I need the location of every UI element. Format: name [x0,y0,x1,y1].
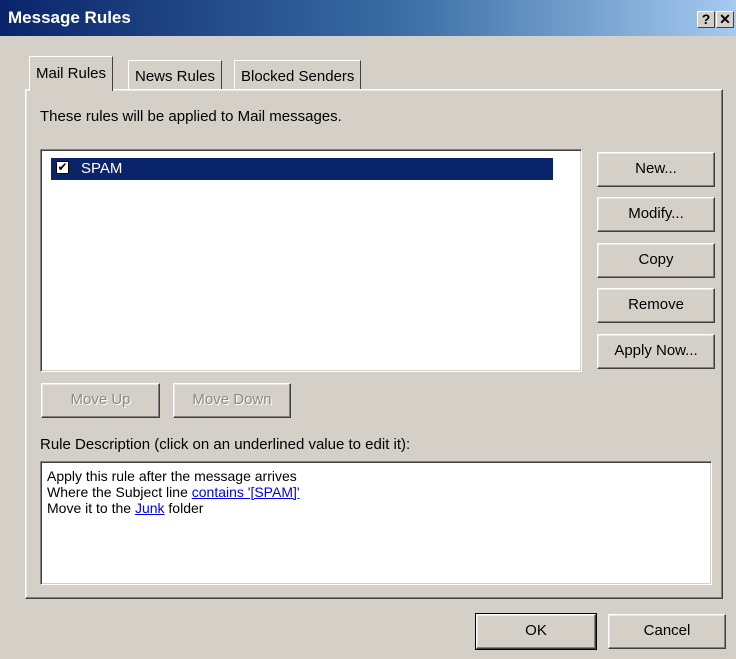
description-line-3: Move it to the Junk folder [47,500,711,516]
apply-now-button[interactable]: Apply Now... [597,334,715,369]
title-bar[interactable]: Message Rules ? ✕ [0,0,736,36]
copy-button[interactable]: Copy [597,243,715,278]
help-button[interactable]: ? [697,11,715,28]
junk-folder-link[interactable]: Junk [135,500,165,516]
cancel-button[interactable]: Cancel [608,614,726,649]
rules-list[interactable]: ✔ SPAM [40,149,582,372]
description-line-3-prefix: Move it to the [47,500,135,516]
description-line-3-suffix: folder [164,500,204,516]
move-up-button[interactable]: Move Up [41,383,160,418]
move-down-button[interactable]: Move Down [173,383,291,418]
remove-button[interactable]: Remove [597,288,715,323]
list-item[interactable]: ✔ SPAM [51,158,553,180]
rule-enabled-checkbox[interactable]: ✔ [56,161,69,174]
description-line-2-prefix: Where the Subject line [47,484,192,500]
tab-mail-rules[interactable]: Mail Rules [29,56,114,91]
tab-news-rules[interactable]: News Rules [128,60,223,90]
window-title: Message Rules [8,8,131,27]
rule-name: SPAM [81,160,123,177]
rule-description-box: Apply this rule after the message arrive… [40,461,712,585]
modify-button[interactable]: Modify... [597,197,715,232]
ok-button[interactable]: OK [475,613,597,650]
tab-blocked-senders[interactable]: Blocked Senders [234,60,362,90]
description-line-1: Apply this rule after the message arrive… [47,468,297,484]
rule-description-label: Rule Description (click on an underlined… [40,436,411,453]
close-button[interactable]: ✕ [716,11,734,28]
subject-contains-link[interactable]: contains '[SPAM]' [192,484,300,500]
description-line-2: Where the Subject line contains '[SPAM]' [47,484,711,500]
intro-text: These rules will be applied to Mail mess… [40,108,342,125]
new-button[interactable]: New... [597,152,715,187]
